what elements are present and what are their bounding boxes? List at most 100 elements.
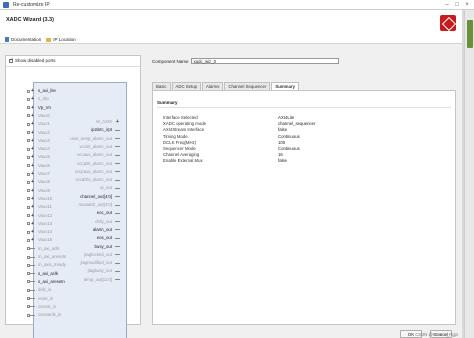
summary-key: Enable External Mux xyxy=(163,158,203,164)
ip-symbol-panel: Show disabled ports +s_axi_lite+s_drp+Vp… xyxy=(5,55,141,338)
expand-plus-icon[interactable]: + xyxy=(30,96,35,102)
summary-row: Timing Mode Continuous xyxy=(163,134,300,140)
expand-plus-icon[interactable]: + xyxy=(30,163,35,169)
show-disabled-ports-label: Show disabled ports xyxy=(15,58,56,63)
port-label: convstclk_in xyxy=(38,312,62,318)
documentation-link[interactable]: Documentation xyxy=(5,37,41,42)
window-titlebar: Re-customize IP – □ × xyxy=(0,0,474,10)
port-label: jtagbusy_out xyxy=(87,268,112,274)
pin-icon xyxy=(115,146,120,148)
summary-key: Timing Mode xyxy=(163,133,188,139)
port-right: eoc_out xyxy=(97,210,120,216)
port-right: jtaglocked_out xyxy=(84,252,120,258)
pin-icon xyxy=(115,196,120,198)
pin-icon xyxy=(115,187,120,189)
pin-icon xyxy=(30,314,35,316)
tab-alarms[interactable]: Alarms xyxy=(202,82,224,90)
port-label: m_axis_tready xyxy=(38,262,66,268)
port-label: Vaux0 xyxy=(38,112,50,118)
port-label: Vaux10 xyxy=(38,195,53,201)
show-disabled-ports-checkbox[interactable]: Show disabled ports xyxy=(9,57,56,63)
port-left: + Vaux11 xyxy=(27,204,52,210)
port-label: Vaux9 xyxy=(38,187,50,193)
summary-key: Channel Averaging xyxy=(163,152,200,158)
expand-plus-icon[interactable]: + xyxy=(30,188,35,194)
port-left: + Vaux2 xyxy=(27,130,50,136)
port-left: reset_in xyxy=(27,296,53,302)
pin-icon xyxy=(115,129,120,131)
port-right: vccpaux_alarm_out xyxy=(75,169,120,175)
component-name-input[interactable]: xadc_wiz_0 xyxy=(190,58,339,64)
summary-key: Interface Selected xyxy=(163,115,198,120)
expand-plus-icon[interactable]: + xyxy=(115,119,120,125)
expand-plus-icon[interactable]: + xyxy=(30,213,35,219)
summary-key: DCLK Freq(MHz) xyxy=(163,139,197,145)
close-icon[interactable]: × xyxy=(462,1,472,9)
pin-icon xyxy=(115,171,120,173)
port-right: temp_out[11:0] xyxy=(84,277,120,283)
port-label: eoc_out xyxy=(96,210,112,216)
expand-plus-icon[interactable]: + xyxy=(30,171,35,177)
summary-row: Enable External Mux false xyxy=(163,158,287,164)
tab-summary[interactable]: Summary xyxy=(271,82,299,90)
port-left: + Vaux10 xyxy=(27,196,52,202)
ip-location-link[interactable]: IP Location xyxy=(46,37,76,42)
panel-divider xyxy=(6,66,140,67)
expand-plus-icon[interactable]: + xyxy=(30,88,35,94)
expand-plus-icon[interactable]: + xyxy=(30,130,35,136)
port-left: + Vaux9 xyxy=(27,188,50,194)
port-label: m_axi_aresetn xyxy=(38,254,67,259)
watermark: CSDN @Hrmmx_Rgjn xyxy=(415,332,458,337)
ip-location-label: IP Location xyxy=(53,37,76,42)
pin-icon xyxy=(30,281,35,283)
port-label: vccpaux_alarm_out xyxy=(74,168,112,174)
tab-basic[interactable]: Basic xyxy=(152,82,171,90)
app-icon xyxy=(3,2,9,8)
minimize-icon[interactable]: – xyxy=(442,1,452,9)
port-label: Vaux4 xyxy=(38,146,50,152)
summary-value: AXI4Lite xyxy=(278,115,295,120)
summary-title: Summary xyxy=(157,100,178,105)
expand-plus-icon[interactable]: + xyxy=(30,146,35,152)
expand-plus-icon[interactable]: + xyxy=(30,221,35,227)
expand-plus-icon[interactable]: + xyxy=(30,121,35,127)
port-left: + s_drp xyxy=(27,96,49,102)
pin-icon xyxy=(115,163,120,164)
expand-plus-icon[interactable]: + xyxy=(30,179,35,185)
port-label: s_axi_aclk xyxy=(38,270,59,276)
expand-plus-icon[interactable]: + xyxy=(30,113,35,119)
port-right: user_temp_alarm_out xyxy=(70,136,120,142)
port-label: jtagmodified_out xyxy=(80,260,112,266)
tab-adc-setup[interactable]: ADC Setup xyxy=(171,82,202,90)
tab-channel-sequencer[interactable]: Channel Sequencer xyxy=(224,82,271,90)
port-label: alarm_out xyxy=(92,226,112,232)
expand-plus-icon[interactable]: + xyxy=(30,237,35,243)
dialog-window: XADC Wizard (3.3) Documentation IP Locat… xyxy=(0,10,462,338)
expand-plus-icon[interactable]: + xyxy=(30,196,35,202)
pin-icon xyxy=(30,264,35,266)
port-left: s_axi_aresetn xyxy=(27,279,65,285)
expand-plus-icon[interactable]: + xyxy=(30,105,35,111)
pin-icon xyxy=(115,229,120,231)
pin-icon xyxy=(115,279,120,281)
port-label: Vaux6 xyxy=(38,162,50,168)
port-label: jtaglocked_out xyxy=(84,251,112,257)
summary-value: channel_sequencer xyxy=(278,121,316,127)
port-label: Vaux5 xyxy=(38,154,50,160)
expand-plus-icon[interactable]: + xyxy=(30,204,35,210)
port-left: + Vaux5 xyxy=(27,154,50,160)
port-label: Vp_Vn xyxy=(38,104,51,110)
summary-divider xyxy=(157,107,451,108)
expand-plus-icon[interactable]: + xyxy=(30,229,35,235)
port-right: eos_out xyxy=(97,235,120,241)
port-left: + Vaux7 xyxy=(27,171,50,177)
background-sidestrip xyxy=(464,10,474,338)
port-left: + Vaux14 xyxy=(27,229,52,235)
maximize-icon[interactable]: □ xyxy=(452,1,462,9)
port-right: muxaddr_out[4:0] xyxy=(79,202,120,208)
expand-plus-icon[interactable]: + xyxy=(30,138,35,144)
expand-plus-icon[interactable]: + xyxy=(30,154,35,160)
port-left: convstclk_in xyxy=(27,312,61,318)
port-left: + Vaux4 xyxy=(27,146,50,152)
summary-value: Continuous xyxy=(278,133,300,139)
